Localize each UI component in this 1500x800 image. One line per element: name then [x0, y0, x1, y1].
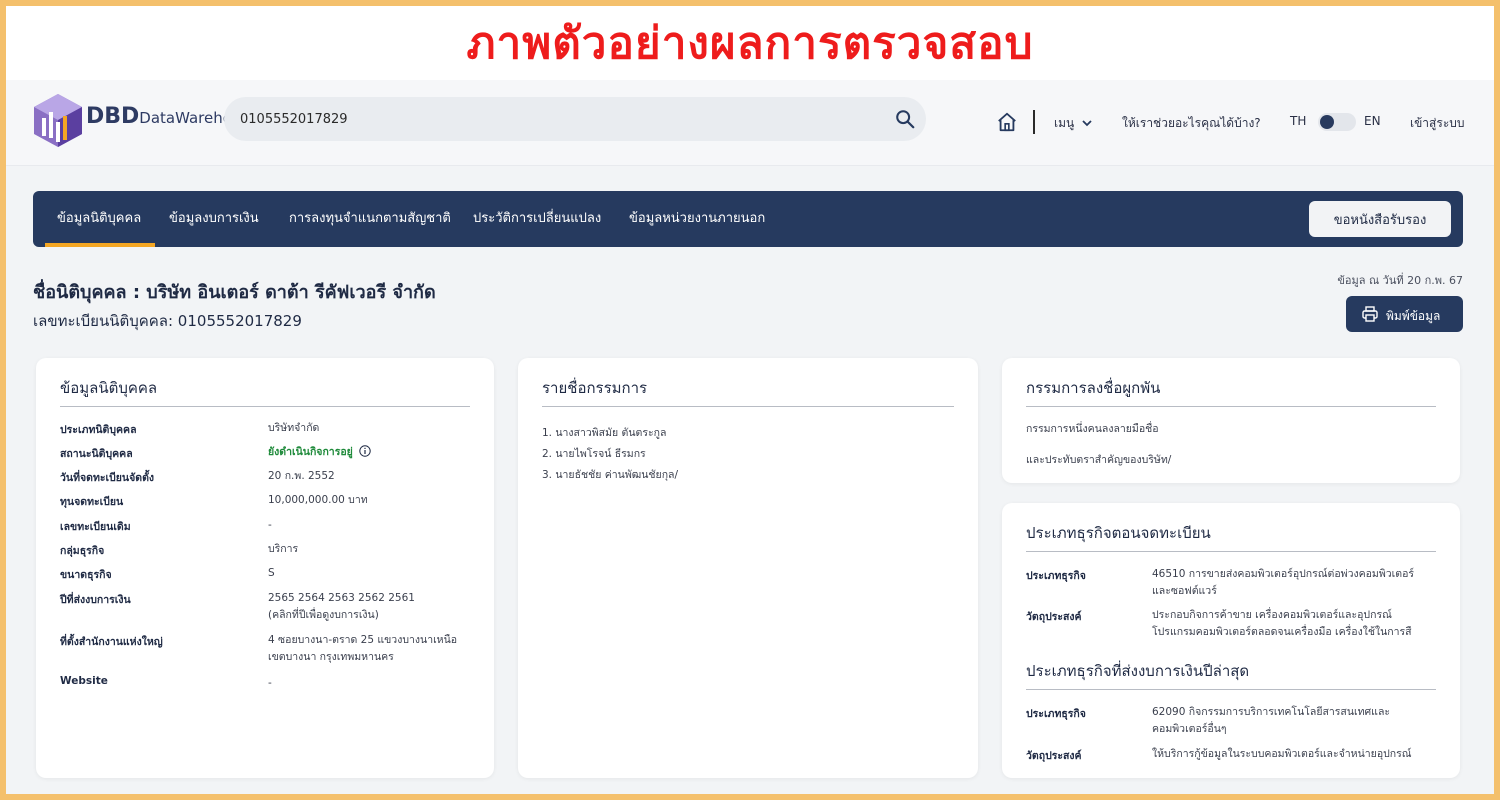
field-value: -	[268, 677, 272, 689]
dbd-logo[interactable]: DBDDataWarehouse+	[32, 92, 271, 148]
list-item: 2. นายไพโรจน์ ธีรมกร	[542, 448, 646, 460]
company-info-card: ข้อมูลนิติบุคคล ประเภทนิติบุคคล บริษัทจำ…	[36, 358, 494, 778]
field-value: 10,000,000.00 บาท	[268, 494, 368, 506]
data-as-of-date: ข้อมูล ณ วันที่ 20 ก.พ. 67	[1337, 274, 1463, 287]
field-value: 20 ก.พ. 2552	[268, 470, 335, 482]
signing-line-1: กรรมการหนึ่งคนลงลายมือชื่อ	[1026, 423, 1159, 435]
language-toggle[interactable]	[1318, 113, 1356, 131]
list-item: 3. นายธัชชัย ค่านพัฒนชัยกุล/	[542, 469, 679, 481]
search-icon[interactable]	[894, 108, 916, 130]
latest-type-line-1: 62090 กิจกรรมการบริการเทคโนโลยีสารสนเทศแ…	[1152, 706, 1391, 718]
tab-external-agency-info[interactable]: ข้อมูลหน่วยงานภายนอก	[629, 191, 765, 247]
lang-th-label[interactable]: TH	[1290, 114, 1306, 128]
field-label: ประเภทนิติบุคคล	[60, 424, 137, 436]
status-value: ยังดำเนินกิจการอยู่	[268, 444, 371, 461]
list-item: 1. นางสาวพิสมัย ตันตระกูล	[542, 427, 667, 439]
signing-directors-card: กรรมการลงชื่อผูกพัน กรรมการหนึ่งคนลงลายม…	[1002, 358, 1460, 483]
card-divider	[1026, 551, 1436, 552]
latest-type-line-2: คอมพิวเตอร์อื่นๆ	[1152, 723, 1227, 735]
home-icon[interactable]	[996, 111, 1018, 133]
address-line-1: 4 ซอยบางนา-ตราด 25 แขวงบางนาเหนือ	[268, 634, 458, 646]
field-label: ทุนจดทะเบียน	[60, 496, 124, 508]
directors-card: รายชื่อกรรมการ 1. นางสาวพิสมัย ตันตระกูล…	[518, 358, 978, 778]
top-navigation-bar: DBDDataWarehouse+ เมนู ให้เราช่วยอะไรคุณ…	[6, 80, 1494, 166]
directors-list: 1. นางสาวพิสมัย ตันตระกูล 2. นายไพโรจน์ …	[542, 424, 678, 487]
field-value: S	[268, 567, 275, 579]
field-value: บริการ	[268, 543, 299, 555]
print-label: พิมพ์ข้อมูล	[1386, 309, 1441, 323]
card-divider	[1026, 689, 1436, 690]
signing-line-2: และประทับตราสำคัญของบริษัท/	[1026, 454, 1172, 466]
tab-financial-statements[interactable]: ข้อมูลงบการเงิน	[169, 191, 259, 247]
field-label: วัตถุประสงค์	[1026, 750, 1082, 762]
card-divider	[542, 406, 954, 407]
card-title: ข้อมูลนิติบุคคล	[60, 379, 158, 397]
banner-title: ภาพตัวอย่างผลการตรวจสอบ	[466, 18, 1034, 69]
filing-years-note: (คลิกที่ปีเพื่อดูงบการเงิน)	[268, 609, 379, 621]
company-name: ชื่อนิติบุคคล : บริษัท อินเตอร์ ดาต้า รี…	[33, 282, 436, 303]
field-label: ประเภทธุรกิจ	[1026, 570, 1086, 582]
card-title: รายชื่อกรรมการ	[542, 379, 648, 397]
field-label: วัตถุประสงค์	[1026, 611, 1082, 623]
cube-logo-icon	[34, 94, 82, 147]
card-divider	[60, 406, 470, 407]
field-label: เลขทะเบียนเดิม	[60, 521, 131, 533]
reg-type-line-2: และซอฟต์แวร์	[1152, 585, 1217, 597]
filing-years-links[interactable]: 2565 2564 2563 2562 2561	[268, 590, 415, 607]
field-label: Website	[60, 675, 108, 687]
field-value: -	[268, 519, 272, 531]
field-label: วันที่จดทะเบียนจัดตั้ง	[60, 472, 155, 484]
login-link[interactable]: เข้าสู่ระบบ	[1410, 114, 1465, 133]
field-label: ที่ตั้งสำนักงานแห่งใหญ่	[60, 636, 163, 648]
field-label: กลุ่มธุรกิจ	[60, 545, 105, 557]
field-label: ขนาดธุรกิจ	[60, 569, 112, 581]
address-line-2: เขตบางนา กรุงเทพมหานคร	[268, 651, 394, 663]
reg-objective-line-1: ประกอบกิจการค้าขาย เครื่องคอมพิวเตอร์และ…	[1152, 609, 1392, 621]
lang-en-label[interactable]: EN	[1364, 114, 1381, 128]
field-value: บริษัทจำกัด	[268, 422, 320, 434]
field-label: ปีที่ส่งงบการเงิน	[60, 594, 131, 606]
tab-change-history[interactable]: ประวัติการเปลี่ยนแปลง	[473, 191, 601, 247]
card-title: กรรมการลงชื่อผูกพัน	[1026, 379, 1161, 397]
registration-number: เลขทะเบียนนิติบุคคล: 0105552017829	[33, 312, 302, 330]
menu-dropdown[interactable]: เมนู	[1054, 114, 1092, 133]
page-frame: ภาพตัวอย่างผลการตรวจสอบ DBDDataWarehouse…	[6, 6, 1494, 794]
card-divider	[1026, 406, 1436, 407]
request-certificate-button[interactable]: ขอหนังสือรับรอง	[1309, 201, 1451, 237]
nav-divider	[1033, 110, 1035, 134]
search-box	[224, 97, 926, 141]
tab-investment-by-nationality[interactable]: การลงทุนจำแนกตามสัญชาติ	[289, 191, 451, 247]
chevron-down-icon	[1082, 120, 1092, 127]
printer-icon	[1362, 306, 1378, 322]
field-label: สถานะนิติบุคคล	[60, 448, 133, 460]
reg-objective-line-2: โปรแกรมคอมพิวเตอร์ตลอดจนเครื่องมือ เครื่…	[1152, 626, 1412, 638]
toggle-knob	[1320, 115, 1334, 129]
help-link[interactable]: ให้เราช่วยอะไรคุณได้บ้าง?	[1122, 114, 1261, 133]
info-icon[interactable]	[359, 445, 371, 457]
field-label: ประเภทธุรกิจ	[1026, 708, 1086, 720]
search-input[interactable]	[240, 107, 880, 131]
business-type-card: ประเภทธุรกิจตอนจดทะเบียน ประเภทธุรกิจ 46…	[1002, 503, 1460, 778]
active-tab-indicator	[45, 243, 155, 247]
section-title: ประเภทธุรกิจที่ส่งงบการเงินปีล่าสุด	[1026, 662, 1250, 680]
card-title: ประเภทธุรกิจตอนจดทะเบียน	[1026, 524, 1211, 542]
reg-type-line-1: 46510 การขายส่งคอมพิวเตอร์อุปกรณ์ต่อพ่วง…	[1152, 568, 1415, 580]
latest-objective-line-1: ให้บริการกู้ข้อมูลในระบบคอมพิวเตอร์และจำ…	[1152, 748, 1412, 760]
tab-company-info[interactable]: ข้อมูลนิติบุคคล	[57, 191, 141, 247]
example-banner: ภาพตัวอย่างผลการตรวจสอบ	[6, 6, 1494, 80]
tab-bar: ข้อมูลนิติบุคคล ข้อมูลงบการเงิน การลงทุน…	[33, 191, 1463, 247]
print-button[interactable]: พิมพ์ข้อมูล	[1346, 296, 1463, 332]
